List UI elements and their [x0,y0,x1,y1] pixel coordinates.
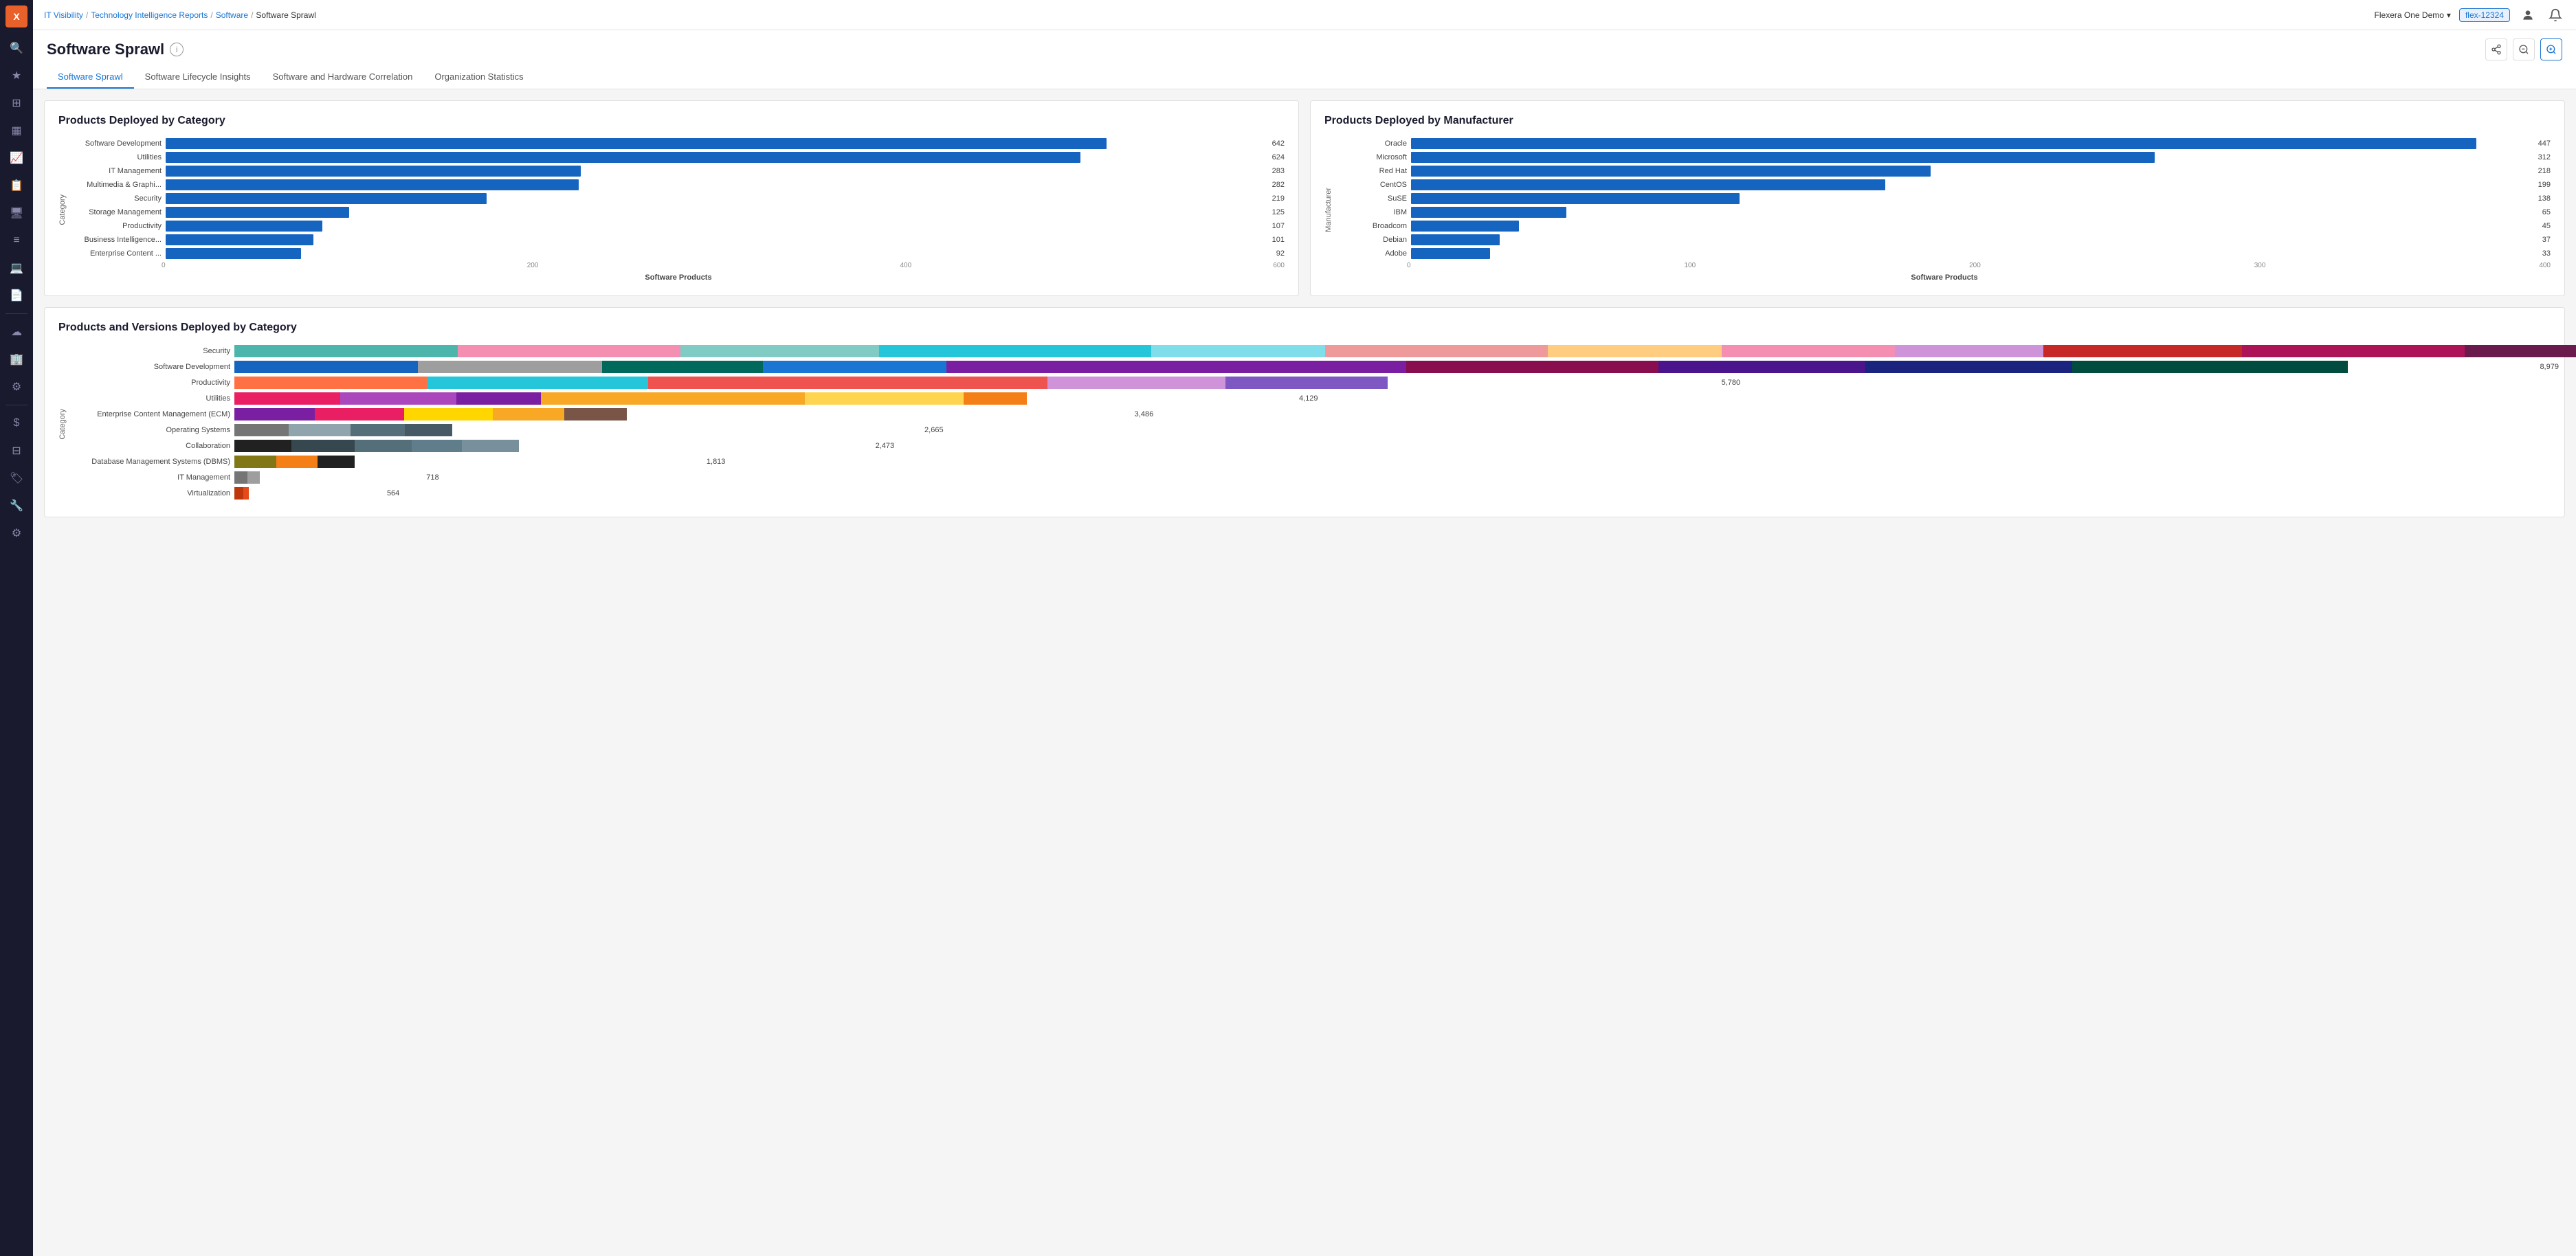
topbar-right: Flexera One Demo ▾ flex-12324 [2375,5,2565,25]
chart2-bar-row: IBM65 [1338,207,2551,218]
chart-products-by-manufacturer: Products Deployed by Manufacturer Manufa… [1310,100,2565,296]
tab-org-statistics[interactable]: Organization Statistics [423,66,534,89]
chart2-y-axis-label: Manufacturer [1324,188,1333,232]
chart2-bar-row: Adobe33 [1338,248,2551,259]
sidebar-divider-1 [5,313,27,314]
sidebar-icon-star[interactable]: ★ [4,63,29,88]
chart3-bar-row: Database Management Systems (DBMS)1,813 [72,456,2551,468]
chart3-bar-row: Virtualization564 [72,487,2551,500]
chart3-bar-row: Utilities4,129 [72,392,2551,405]
chart-products-by-category: Products Deployed by Category Category S… [44,100,1299,296]
zoom-in-button[interactable] [2540,38,2562,60]
info-icon[interactable]: i [170,43,184,56]
chart1-bar-row: Storage Management125 [72,207,1285,218]
chart3-title: Products and Versions Deployed by Catego… [58,322,2551,334]
sidebar-icon-device[interactable]: 💻 [4,256,29,280]
top-charts-row: Products Deployed by Category Category S… [44,100,2565,296]
chart1-bar-row: Productivity107 [72,221,1285,232]
chart2-bar-row: Red Hat218 [1338,166,2551,177]
workspace-selector[interactable]: Flexera One Demo ▾ [2375,10,2451,20]
page-header: Software Sprawl i Software Sprawl Softwa… [33,30,2576,89]
tab-hardware-correlation[interactable]: Software and Hardware Correlation [262,66,424,89]
sidebar-icon-report[interactable]: 📄 [4,283,29,308]
sidebar-icon-building[interactable]: 🏢 [4,347,29,372]
header-actions [2485,38,2562,60]
sidebar-icon-gear-settings[interactable]: ⚙ [4,374,29,399]
chart3-bar-row: Collaboration2,473 [72,440,2551,452]
breadcrumb-it-visibility[interactable]: IT Visibility [44,10,83,20]
chart1-bar-row: Enterprise Content ...92 [72,248,1285,259]
share-button[interactable] [2485,38,2507,60]
sidebar-icon-monitor[interactable]: 🖥 [4,201,29,225]
chart3-bar-row: Enterprise Content Management (ECM)3,486 [72,408,2551,420]
chart3-bars: Security9,687 Software Development8,979 Pr… [72,345,2551,500]
chart1-y-axis-label: Category [58,194,67,225]
zoom-out-button[interactable] [2513,38,2535,60]
breadcrumb-current: Software Sprawl [256,10,315,20]
page-title: Software Sprawl [47,41,164,58]
sidebar-icon-wrench[interactable]: 🔧 [4,493,29,518]
app-logo[interactable]: X [5,5,27,27]
tab-bar: Software Sprawl Software Lifecycle Insig… [47,66,2562,89]
chart3-y-axis-label: Category [58,409,67,440]
breadcrumb-tech-intelligence[interactable]: Technology Intelligence Reports [91,10,208,20]
sidebar-icon-clipboard[interactable]: 📋 [4,173,29,198]
content-area: Products Deployed by Category Category S… [33,89,2576,1256]
sidebar-icon-tag[interactable]: 🏷 [4,466,29,491]
chart2-title: Products Deployed by Manufacturer [1324,115,2551,127]
chart1-bar-row: Security219 [72,193,1285,204]
sidebar-icon-chart-bar[interactable]: ▦ [4,118,29,143]
sidebar-icon-cog[interactable]: ⚙ [4,521,29,546]
chart1-title: Products Deployed by Category [58,115,1285,127]
topbar: IT Visibility / Technology Intelligence … [33,0,2576,30]
chart2-bar-row: Broadcom45 [1338,221,2551,232]
chart1-x-axis-label: Software Products [72,273,1285,282]
main-content: IT Visibility / Technology Intelligence … [33,0,2576,1256]
sidebar-icon-dollar[interactable]: $ [4,411,29,436]
chart2-bar-row: Oracle447 [1338,138,2551,149]
chart-versions-by-category: Products and Versions Deployed by Catego… [44,307,2565,517]
sidebar-icon-search[interactable]: 🔍 [4,36,29,60]
chart1-bar-row: IT Management283 [72,166,1285,177]
chart2-bar-row: Debian37 [1338,234,2551,245]
workspace-name: Flexera One Demo [2375,10,2444,20]
chart1-bar-row: Multimedia & Graphi...282 [72,179,1285,190]
chart2-bars: Oracle447 Microsoft312 Red Hat218 CentOS199… [1338,138,2551,259]
chart3-bar-row: IT Management718 [72,471,2551,484]
breadcrumb-software[interactable]: Software [216,10,248,20]
chart1-bars: Software Development642 Utilities624 IT Ma… [72,138,1285,259]
chart3-bar-row: Operating Systems2,665 [72,424,2551,436]
sidebar: X 🔍 ★ ⊞ ▦ 📈 📋 🖥 ≡ 💻 📄 ☁ 🏢 ⚙ $ ⊟ 🏷 🔧 ⚙ [0,0,33,1256]
chart2-bar-row: Microsoft312 [1338,152,2551,163]
breadcrumb: IT Visibility / Technology Intelligence … [44,10,316,20]
chevron-down-icon: ▾ [2447,10,2451,20]
chart3-bar-row: Security9,687 [72,345,2551,357]
sidebar-icon-chart-line[interactable]: 📈 [4,146,29,170]
chart2-bar-row: SuSE138 [1338,193,2551,204]
sidebar-icon-list[interactable]: ≡ [4,228,29,253]
chart1-bar-row: Software Development642 [72,138,1285,149]
user-icon[interactable] [2518,5,2538,25]
notifications-icon[interactable] [2546,5,2565,25]
workspace-badge[interactable]: flex-12324 [2459,8,2510,22]
tab-software-sprawl[interactable]: Software Sprawl [47,66,134,89]
tab-software-lifecycle[interactable]: Software Lifecycle Insights [134,66,262,89]
chart1-bar-row: Business Intelligence...101 [72,234,1285,245]
chart3-bar-row: Productivity5,780 [72,377,2551,389]
chart2-x-axis-label: Software Products [1338,273,2551,282]
sidebar-icon-table[interactable]: ⊟ [4,438,29,463]
sidebar-icon-layers[interactable]: ⊞ [4,91,29,115]
sidebar-icon-cloud[interactable]: ☁ [4,319,29,344]
chart1-bar-row: Utilities624 [72,152,1285,163]
chart3-bar-row: Software Development8,979 [72,361,2551,373]
chart2-bar-row: CentOS199 [1338,179,2551,190]
